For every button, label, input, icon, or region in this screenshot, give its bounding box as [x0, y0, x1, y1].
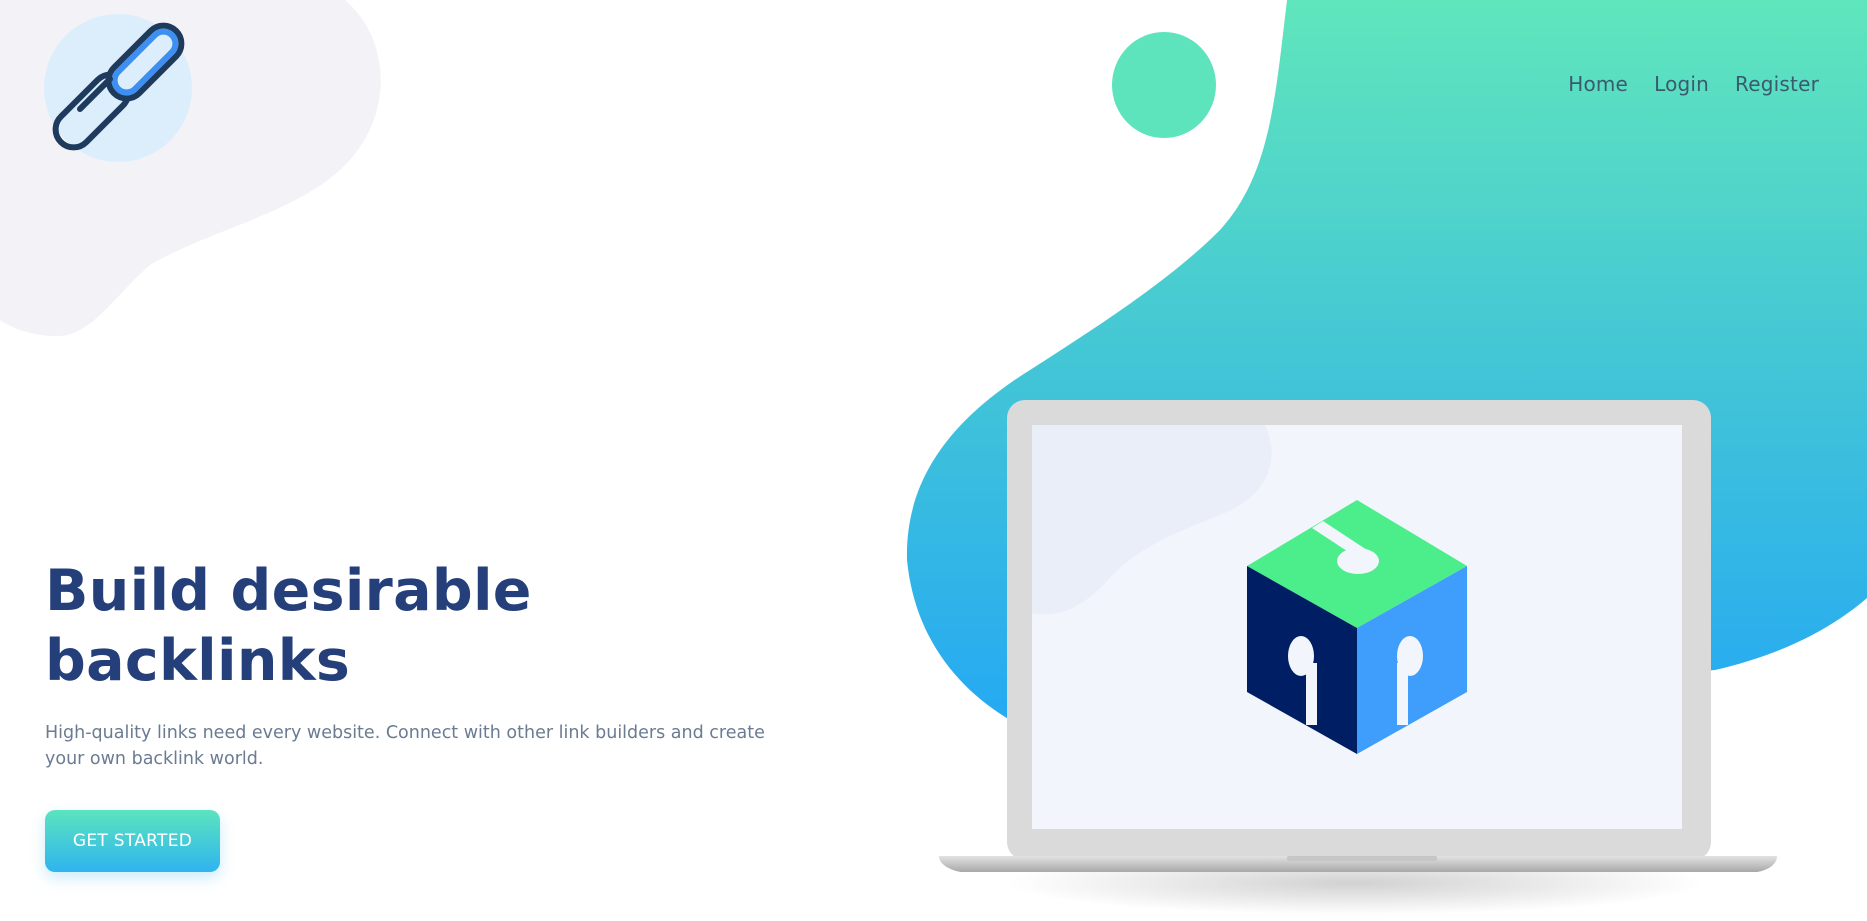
teal-dot — [1112, 32, 1216, 138]
chain-link-icon[interactable] — [40, 14, 200, 164]
get-started-button[interactable]: GET STARTED — [45, 810, 220, 872]
nav-register-link[interactable]: Register — [1735, 72, 1819, 96]
hero-title: Build desirable backlinks — [45, 556, 685, 696]
hero-title-line-2: backlinks — [45, 628, 351, 694]
hero-description: High-quality links need every website. C… — [45, 720, 805, 772]
nav-home-link[interactable]: Home — [1568, 72, 1628, 96]
hero-description-line-1: High-quality links need every website. C… — [45, 723, 765, 743]
hero-title-line-1: Build desirable — [45, 558, 532, 624]
nav-login-link[interactable]: Login — [1654, 72, 1709, 96]
main-nav: Home Login Register — [1568, 72, 1819, 96]
laptop-illustration — [939, 400, 1777, 915]
hero-description-line-2: your own backlink world. — [45, 749, 264, 769]
